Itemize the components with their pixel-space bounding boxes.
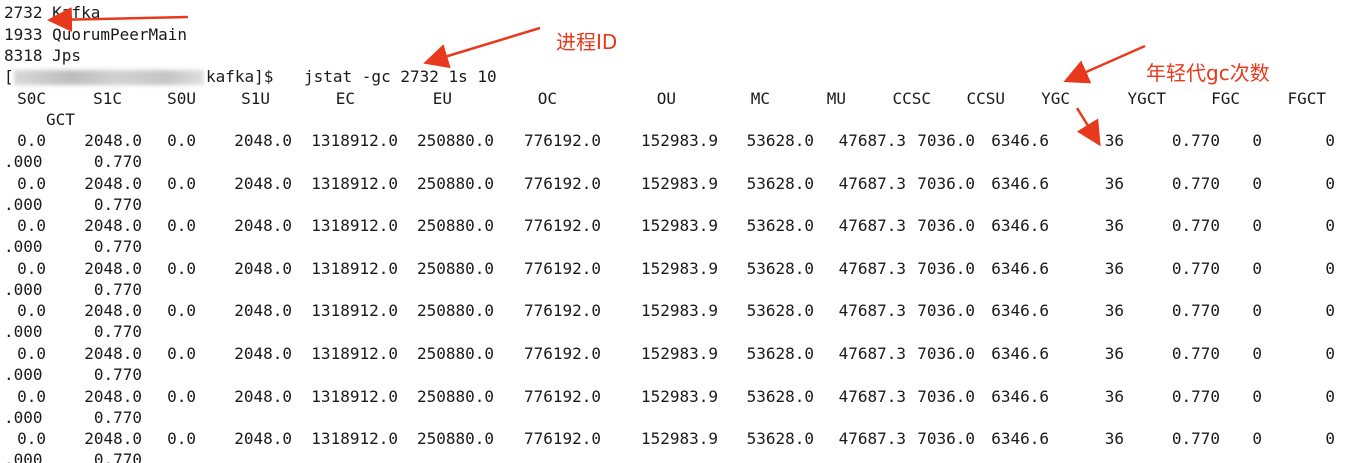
annotation-arrows — [47, 7, 1146, 147]
annotation-pid-label: 进程ID — [556, 30, 618, 54]
arrow-to-ygc-header — [1063, 44, 1146, 84]
arrow-to-pid — [47, 7, 189, 33]
arrow-to-command-pid — [423, 26, 541, 69]
terminal-window[interactable]: 2732 Kafka 1933 QuorumPeerMain 8318 Jps … — [0, 0, 1345, 463]
annotation-ygc-label: 年轻代gc次数 — [1146, 61, 1270, 85]
arrow-to-ygc-value — [1075, 107, 1101, 147]
